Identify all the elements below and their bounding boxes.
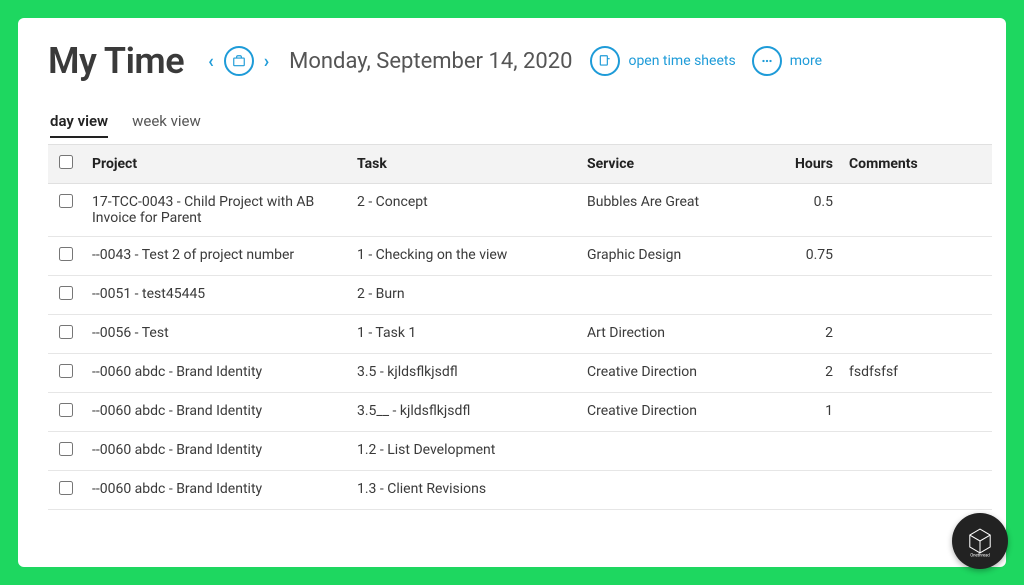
cell-service: Graphic Design [579, 237, 779, 276]
cell-project: --0056 - Test [84, 315, 349, 354]
cell-task: 1.3 - Client Revisions [349, 471, 579, 510]
prev-day-button[interactable]: ‹ [206, 51, 216, 72]
table-row[interactable]: --0051 - test454452 - Burn [48, 276, 992, 315]
row-checkbox[interactable] [59, 286, 73, 300]
cell-hours: 1 [779, 393, 841, 432]
row-checkbox[interactable] [59, 403, 73, 417]
calendar-button[interactable] [224, 46, 254, 76]
cell-hours [779, 276, 841, 315]
header-task[interactable]: Task [349, 145, 579, 184]
table-header-row: Project Task Service Hours Comments [48, 145, 992, 184]
cell-service [579, 432, 779, 471]
cell-service: Art Direction [579, 315, 779, 354]
cell-task: 1.2 - List Development [349, 432, 579, 471]
row-checkbox[interactable] [59, 481, 73, 495]
cell-project: --0060 abdc - Brand Identity [84, 432, 349, 471]
row-checkbox[interactable] [59, 364, 73, 378]
cell-project: --0060 abdc - Brand Identity [84, 471, 349, 510]
cell-hours: 2 [779, 354, 841, 393]
cell-project: --0051 - test45445 [84, 276, 349, 315]
header-service[interactable]: Service [579, 145, 779, 184]
next-day-button[interactable]: › [262, 51, 271, 72]
more-icon [760, 54, 774, 68]
cell-project: 17-TCC-0043 - Child Project with AB Invo… [84, 184, 349, 237]
cell-hours [779, 432, 841, 471]
cell-task: 1 - Checking on the view [349, 237, 579, 276]
cell-comments [841, 276, 992, 315]
cell-hours: 2 [779, 315, 841, 354]
cell-hours: 0.5 [779, 184, 841, 237]
cell-project: --0060 abdc - Brand Identity [84, 393, 349, 432]
cell-service: Bubbles Are Great [579, 184, 779, 237]
row-checkbox[interactable] [59, 247, 73, 261]
cell-hours [779, 471, 841, 510]
table-row[interactable]: --0060 abdc - Brand Identity1.2 - List D… [48, 432, 992, 471]
time-entries-table: Project Task Service Hours Comments 17-T… [48, 144, 992, 510]
row-checkbox[interactable] [59, 194, 73, 208]
more-icon-button[interactable] [752, 46, 782, 76]
cell-project: --0060 abdc - Brand Identity [84, 354, 349, 393]
table-row[interactable]: --0043 - Test 2 of project number1 - Che… [48, 237, 992, 276]
row-checkbox[interactable] [59, 325, 73, 339]
cell-hours: 0.75 [779, 237, 841, 276]
cell-task: 3.5 - kjldsflkjsdfl [349, 354, 579, 393]
open-sheets-icon-button[interactable] [590, 46, 620, 76]
cell-comments: fsdfsfsf [841, 354, 992, 393]
cell-task: 1 - Task 1 [349, 315, 579, 354]
tab-day-view[interactable]: day view [50, 112, 108, 138]
cell-project: --0043 - Test 2 of project number [84, 237, 349, 276]
cell-comments [841, 393, 992, 432]
current-date: Monday, September 14, 2020 [289, 49, 572, 74]
header-checkbox-cell [48, 145, 84, 184]
cell-task: 2 - Concept [349, 184, 579, 237]
open-sheets-link[interactable]: open time sheets [628, 53, 735, 69]
table-row[interactable]: 17-TCC-0043 - Child Project with AB Invo… [48, 184, 992, 237]
cell-comments [841, 184, 992, 237]
briefcase-icon [232, 54, 246, 68]
cell-comments [841, 471, 992, 510]
cell-service: Creative Direction [579, 354, 779, 393]
table-row[interactable]: --0060 abdc - Brand Identity3.5__ - kjld… [48, 393, 992, 432]
cell-task: 2 - Burn [349, 276, 579, 315]
header-hours[interactable]: Hours [779, 145, 841, 184]
cell-comments [841, 237, 992, 276]
badge-text: Onethread [970, 553, 990, 558]
onethread-badge[interactable]: Onethread [952, 513, 1008, 569]
cell-comments [841, 432, 992, 471]
more-link[interactable]: more [790, 53, 822, 69]
view-tabs: day view week view [48, 112, 992, 138]
table-row[interactable]: --0060 abdc - Brand Identity3.5 - kjldsf… [48, 354, 992, 393]
sheet-icon [598, 54, 612, 68]
select-all-checkbox[interactable] [59, 155, 73, 169]
header: My Time ‹ › Monday, September 14, 2020 o… [48, 40, 992, 82]
table-row[interactable]: --0056 - Test1 - Task 1Art Direction2 [48, 315, 992, 354]
cell-service [579, 276, 779, 315]
cell-comments [841, 315, 992, 354]
cell-service: Creative Direction [579, 393, 779, 432]
tab-week-view[interactable]: week view [132, 112, 201, 138]
row-checkbox[interactable] [59, 442, 73, 456]
cell-task: 3.5__ - kjldsflkjsdfl [349, 393, 579, 432]
table-row[interactable]: --0060 abdc - Brand Identity1.3 - Client… [48, 471, 992, 510]
header-comments[interactable]: Comments [841, 145, 992, 184]
cell-service [579, 471, 779, 510]
page-title: My Time [48, 40, 184, 82]
header-project[interactable]: Project [84, 145, 349, 184]
